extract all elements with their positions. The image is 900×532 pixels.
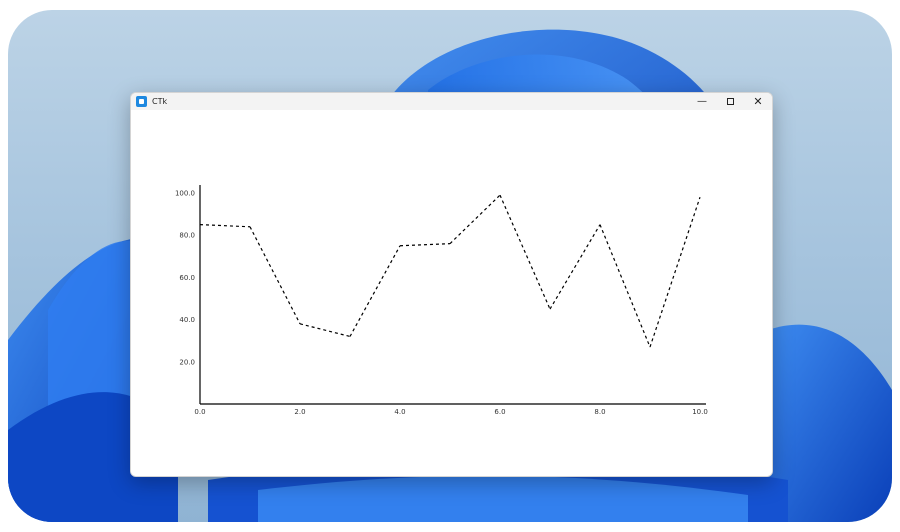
window-controls: — ✕ (688, 93, 772, 110)
maximize-button[interactable] (716, 93, 744, 110)
series-segment-5 (449, 194, 501, 245)
x-tick-label-3: 6.0 (494, 408, 505, 416)
maximize-icon (726, 98, 734, 105)
app-icon (136, 96, 147, 107)
y-tick-label-1: 40.0 (179, 316, 195, 324)
app-window: CTk — ✕ 20.0 40.0 60.0 80.0 100.0 0.0 2.0 4.0 6.… (130, 92, 773, 477)
series-segment-7 (549, 224, 601, 310)
series-segment-4 (399, 243, 451, 247)
y-tick-label-0: 20.0 (179, 358, 195, 366)
series-segment-0 (199, 224, 251, 228)
close-icon: ✕ (753, 95, 763, 108)
y-tick-label-2: 60.0 (179, 274, 195, 282)
series-segment-6 (499, 194, 551, 310)
series-segment-3 (349, 245, 401, 337)
window-title: CTk (152, 97, 168, 106)
series-segment-1 (249, 226, 301, 325)
x-tick-label-1: 2.0 (294, 408, 305, 416)
line-chart: 20.0 40.0 60.0 80.0 100.0 0.0 2.0 4.0 6.0 8.0 10.0 (175, 185, 708, 416)
chart-canvas: 20.0 40.0 60.0 80.0 100.0 0.0 2.0 4.0 6.0 8.0 10.0 (131, 110, 772, 476)
desktop: CTk — ✕ 20.0 40.0 60.0 80.0 100.0 0.0 2.0 4.0 6.… (8, 10, 892, 522)
x-tick-label-0: 0.0 (194, 408, 205, 416)
x-tick-label-2: 4.0 (394, 408, 405, 416)
y-tick-label-4: 100.0 (175, 190, 195, 198)
x-tick-label-4: 8.0 (594, 408, 605, 416)
series-segment-8 (599, 224, 651, 348)
y-tick-label-3: 80.0 (179, 232, 195, 240)
minimize-button[interactable]: — (688, 93, 716, 110)
close-button[interactable]: ✕ (744, 93, 772, 110)
minimize-icon: — (697, 96, 707, 107)
series-segment-2 (299, 323, 351, 338)
x-tick-label-5: 10.0 (692, 408, 708, 416)
series-segment-9 (649, 197, 701, 348)
title-bar[interactable]: CTk — ✕ (131, 93, 772, 110)
